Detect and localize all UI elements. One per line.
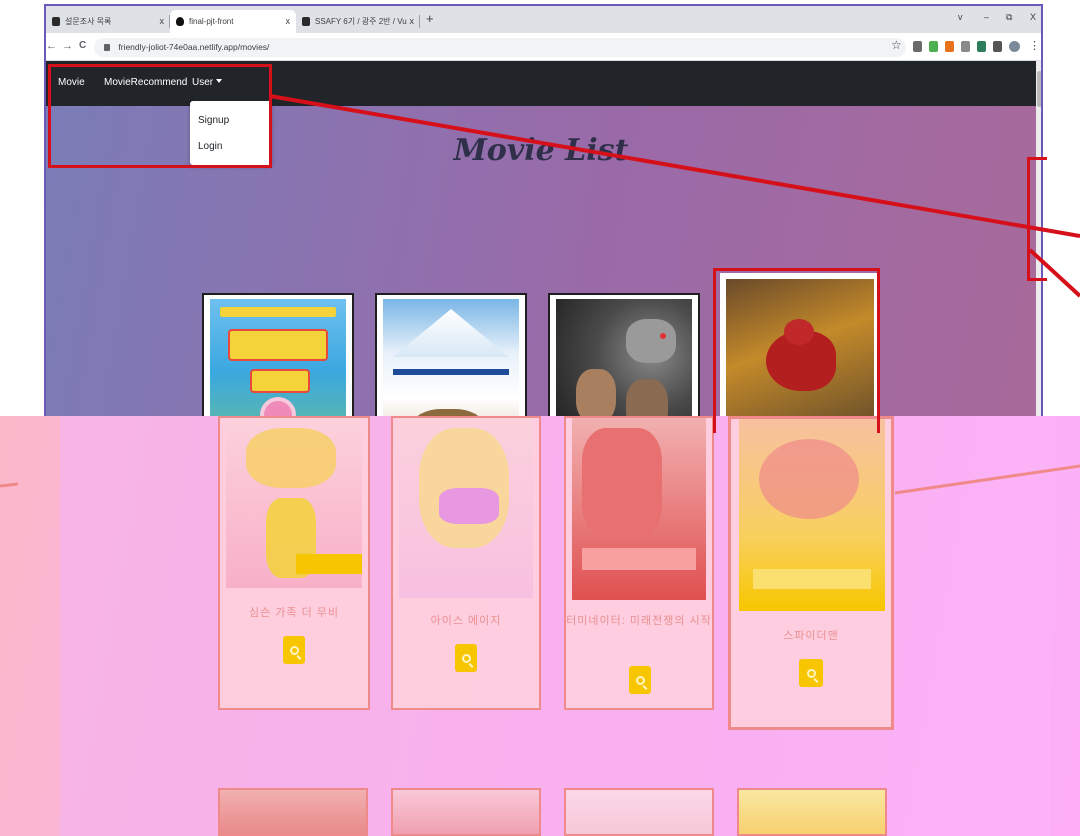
screenshot-stage: 설문조사 목록 x final-pjt-front x SSAFY 6기 / 광…	[0, 0, 1080, 836]
annotation-line-faded	[0, 482, 19, 488]
annotation-lines	[0, 94, 1080, 495]
annotation-line	[269, 94, 1080, 238]
annotation-line	[1028, 248, 1080, 298]
annotation-line-faded	[894, 464, 1080, 495]
